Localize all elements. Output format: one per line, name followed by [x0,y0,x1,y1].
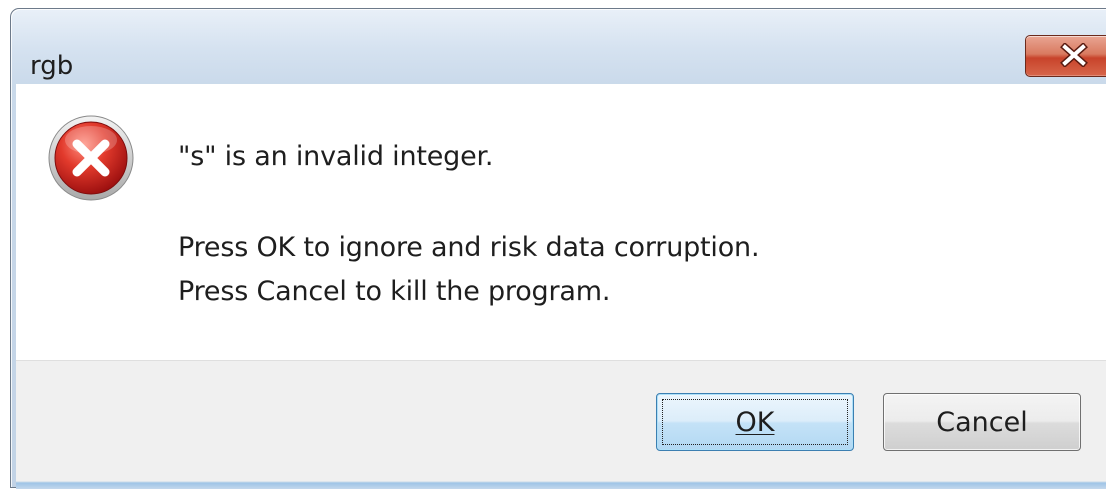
dialog-window: rgb "s" is an invalid integer. Press OK … [0,0,1106,489]
ok-button[interactable]: OK [656,393,854,451]
message-line-3: Press Cancel to kill the program. [178,276,611,307]
close-button[interactable] [1025,35,1106,77]
title-bar[interactable]: rgb [11,9,1106,83]
ok-button-label: OK [735,407,775,438]
message-area [16,84,1106,360]
window-title: rgb [30,51,74,81]
close-icon [1060,43,1088,67]
window-bottom-edge [16,481,1106,489]
cancel-button[interactable]: Cancel [883,393,1081,451]
message-line-1: "s" is an invalid integer. [178,141,494,172]
error-icon [48,115,134,201]
message-line-2: Press OK to ignore and risk data corrupt… [178,232,760,263]
